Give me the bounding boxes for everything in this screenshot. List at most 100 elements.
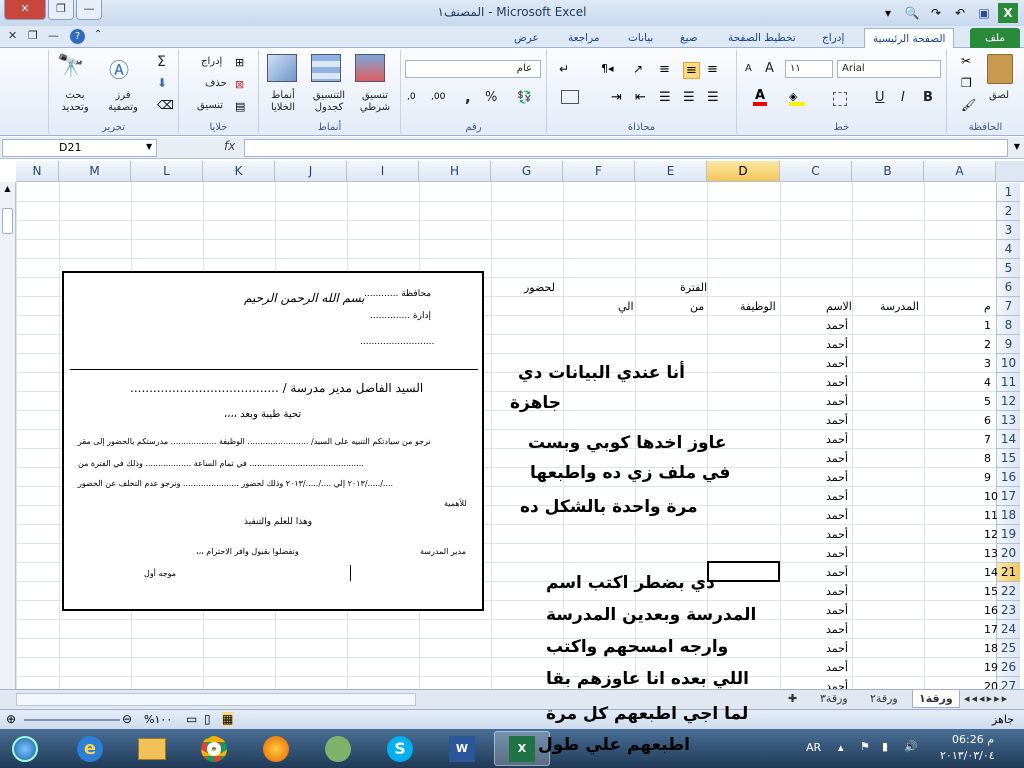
column-header-e[interactable]: E [635, 161, 707, 182]
cell-a-number[interactable]: 14 [984, 566, 998, 579]
close-workbook-icon[interactable]: ✕ [8, 29, 17, 42]
cell-header-job[interactable]: الوظيفة [740, 300, 776, 313]
increase-decimal-icon[interactable]: ,00 [431, 92, 445, 102]
cell-a-number[interactable]: 17 [984, 623, 998, 636]
cell-a-number[interactable]: 12 [984, 528, 998, 541]
column-header-n[interactable]: N [16, 161, 59, 182]
row-header-23[interactable]: 23 [996, 601, 1020, 620]
tab-page-layout[interactable]: تخطيط الصفحة [720, 28, 804, 48]
cell-c-name[interactable]: أحمد [826, 357, 848, 370]
sheet-tab-1[interactable]: ورقة١ [912, 690, 960, 708]
row-header-10[interactable]: 10 [996, 354, 1020, 373]
row-header-27[interactable]: 27 [996, 677, 1020, 689]
font-name-select[interactable]: Arial [837, 60, 941, 78]
wrap-text-icon[interactable]: ↵ [559, 62, 569, 76]
row-header-5[interactable]: 5 [996, 259, 1020, 278]
cell-a-number[interactable]: 16 [984, 604, 998, 617]
start-button[interactable] [2, 731, 48, 766]
format-cells-button[interactable]: تنسيق [197, 100, 223, 111]
delete-cells-button[interactable]: حذف [205, 78, 227, 89]
cell-a-number[interactable]: 4 [984, 376, 991, 389]
cell-period[interactable]: الفترة [680, 281, 707, 294]
column-header-h[interactable]: H [419, 161, 491, 182]
row-header-13[interactable]: 13 [996, 411, 1020, 430]
word-icon[interactable]: W [434, 731, 490, 766]
cell-c-name[interactable]: أحمد [826, 338, 848, 351]
column-header-l[interactable]: L [131, 161, 203, 182]
cell-a-number[interactable]: 6 [984, 414, 991, 427]
column-header-f[interactable]: F [563, 161, 635, 182]
sheet-tab-3[interactable]: ورقة٣ [814, 690, 854, 708]
row-header-22[interactable]: 22 [996, 582, 1020, 601]
insert-sheet-icon[interactable]: ✚ [782, 690, 803, 708]
clear-icon[interactable]: ⌫ [157, 98, 174, 112]
cell-a-number[interactable]: 11 [984, 509, 998, 522]
underline-button[interactable]: U [875, 90, 885, 105]
percent-style-button[interactable]: % [485, 90, 497, 105]
format-as-table-icon[interactable] [311, 54, 341, 82]
form-template-image[interactable]: بسم الله الرحمن الرحيم محافظة ..........… [62, 271, 484, 611]
conditional-format-icon[interactable] [355, 54, 385, 82]
align-middle-icon[interactable]: ≡ [683, 62, 700, 79]
number-format-select[interactable]: عام [405, 60, 541, 78]
cell-a-number[interactable]: 15 [984, 585, 998, 598]
row-header-19[interactable]: 19 [996, 525, 1020, 544]
column-header-g[interactable]: G [491, 161, 563, 182]
tab-view[interactable]: عرض [506, 28, 547, 48]
print-preview-icon[interactable]: 🔍 [902, 3, 922, 23]
orientation-icon[interactable]: ↗ [633, 62, 643, 76]
column-header-b[interactable]: B [852, 161, 924, 182]
name-box-dropdown-icon[interactable]: ▼ [146, 142, 152, 151]
firefox-icon[interactable] [248, 731, 304, 766]
sheet-nav-icons[interactable]: ◂◂◂▸▸▸ [958, 690, 1015, 708]
cell-c-name[interactable]: أحمد [826, 471, 848, 484]
font-color-icon[interactable]: A [753, 88, 767, 106]
paste-icon[interactable] [987, 54, 1013, 84]
row-header-20[interactable]: 20 [996, 544, 1020, 563]
cell-a-number[interactable]: 8 [984, 452, 991, 465]
horizontal-scrollbar[interactable] [16, 693, 416, 706]
delete-cells-icon[interactable]: ⊠ [235, 78, 244, 91]
cell-c-name[interactable]: أحمد [826, 433, 848, 446]
row-header-3[interactable]: 3 [996, 221, 1020, 240]
row-header-11[interactable]: 11 [996, 373, 1020, 392]
shrink-font-button[interactable]: A [745, 63, 752, 74]
tab-review[interactable]: مراجعة [560, 28, 608, 48]
row-header-9[interactable]: 9 [996, 335, 1020, 354]
row-header-25[interactable]: 25 [996, 639, 1020, 658]
cell-a-number[interactable]: 5 [984, 395, 991, 408]
cut-icon[interactable]: ✂ [961, 54, 971, 68]
row-header-12[interactable]: 12 [996, 392, 1020, 411]
italic-button[interactable]: I [901, 90, 905, 105]
bold-button[interactable]: B [923, 90, 933, 105]
column-header-k[interactable]: K [203, 161, 275, 182]
sort-filter-icon[interactable]: Ⓐ [109, 54, 137, 84]
conditional-format-label[interactable]: تنسيق شرطي [355, 90, 395, 114]
cell-c-name[interactable]: أحمد [826, 414, 848, 427]
fill-color-icon[interactable]: ◈ [789, 90, 805, 106]
scroll-thumb[interactable] [2, 208, 13, 234]
align-right-icon[interactable]: ☰ [707, 90, 719, 105]
row-header-26[interactable]: 26 [996, 658, 1020, 677]
insert-cells-icon[interactable]: ⊞ [235, 56, 244, 69]
language-indicator[interactable]: AR [806, 741, 821, 754]
rtl-direction-icon[interactable]: ¶◂ [601, 62, 614, 75]
action-center-icon[interactable]: ⚑ [860, 740, 870, 753]
volume-icon[interactable]: 🔊 [904, 740, 918, 753]
clock-date[interactable]: ٢٠١٣/٠٣/٠٤ [940, 749, 995, 762]
copy-icon[interactable]: ❐ [961, 76, 972, 90]
column-header-d[interactable]: D [707, 161, 780, 182]
sheet-tab-2[interactable]: ورقة٢ [864, 690, 904, 708]
column-header-m[interactable]: M [59, 161, 131, 182]
cell-a-number[interactable]: 3 [984, 357, 991, 370]
help-icon[interactable]: ? [70, 29, 85, 44]
fill-icon[interactable]: ⬇ [157, 76, 167, 90]
column-header-a[interactable]: A [924, 161, 996, 182]
restore-workbook-icon[interactable]: ❐ [28, 29, 38, 42]
cell-styles-icon[interactable] [267, 54, 297, 82]
decrease-indent-icon[interactable]: ⇤ [635, 90, 646, 105]
column-header-c[interactable]: C [780, 161, 852, 182]
cell-header-from[interactable]: من [690, 300, 704, 313]
align-bottom-icon[interactable]: ≡ [659, 62, 670, 77]
cell-c-name[interactable]: أحمد [826, 547, 848, 560]
